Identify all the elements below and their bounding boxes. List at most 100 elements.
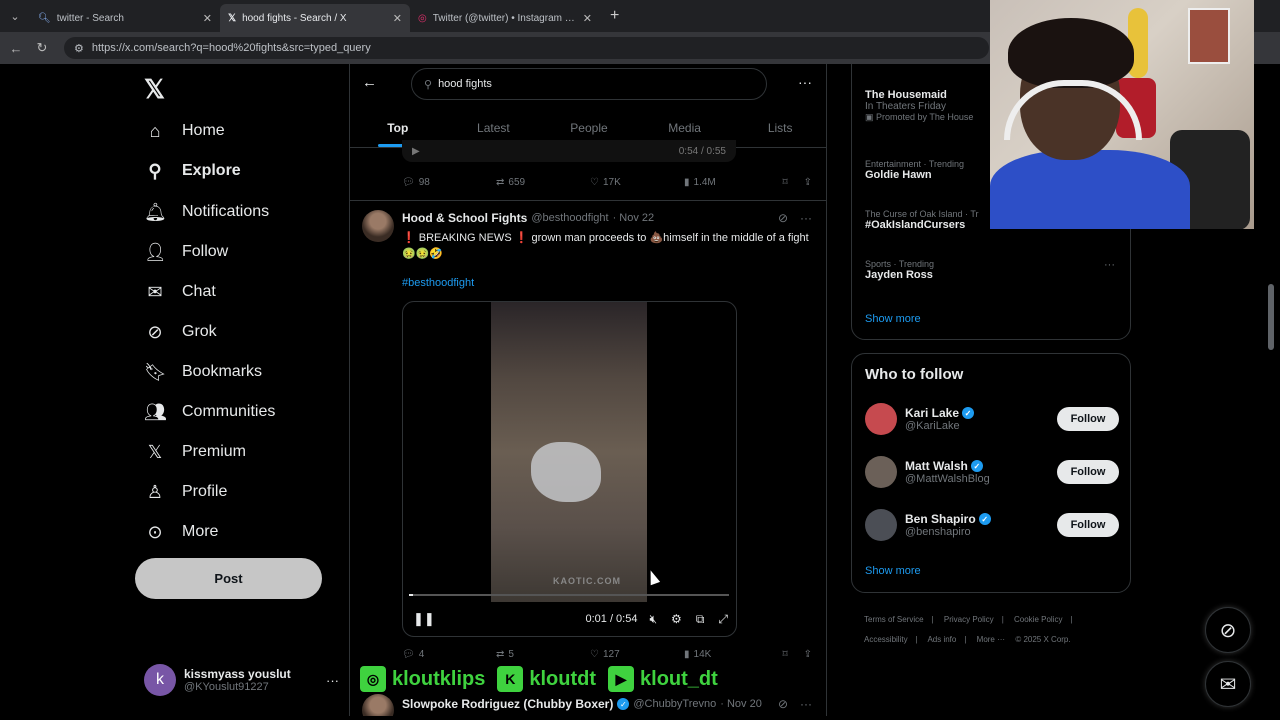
repost-button[interactable]: ⇄ 659	[496, 177, 590, 188]
more-dots-icon[interactable]: ···	[798, 74, 812, 90]
follow-suggestion[interactable]: Matt Walsh ✓ @MattWalshBlog Follow	[865, 454, 1119, 490]
footer-link[interactable]: More ···	[977, 635, 1005, 644]
hashtag-link[interactable]: #besthoodfight	[402, 277, 474, 289]
reply-button[interactable]: 💬︎ 4	[402, 649, 496, 660]
nav-profile[interactable]: ♙ Profile	[144, 472, 227, 512]
close-icon[interactable]: ✕	[583, 12, 592, 25]
footer-separator: |	[915, 635, 918, 644]
more-dots-icon[interactable]: ···	[800, 211, 812, 225]
avatar[interactable]	[362, 210, 394, 242]
more-dots-icon[interactable]: ···	[326, 673, 339, 688]
page-scrollbar[interactable]	[1266, 64, 1276, 716]
nav-communities[interactable]: 👥︎ Communities	[144, 392, 275, 432]
back-icon[interactable]: ←	[8, 41, 24, 56]
follow-button[interactable]: Follow	[1057, 513, 1119, 537]
grok-icon[interactable]: ⊘	[778, 211, 788, 225]
tab-title: Twitter (@twitter) • Instagram phot	[432, 12, 577, 24]
trend-item[interactable]: Sports · Trending Jayden Ross ···	[865, 259, 1115, 281]
nav-chat[interactable]: ✉ Chat	[144, 272, 215, 312]
footer-separator: |	[931, 615, 934, 624]
fullscreen-icon[interactable]: ⤢	[718, 612, 728, 627]
site-info-icon[interactable]: ⚙	[74, 42, 84, 55]
share-icon[interactable]: ⇪	[804, 177, 812, 188]
tweet-date[interactable]: · Nov 20	[720, 698, 762, 710]
footer-link[interactable]: Privacy Policy	[944, 615, 994, 624]
follow-suggestion[interactable]: Ben Shapiro ✓ @benshapiro Follow	[865, 507, 1119, 543]
search-input[interactable]: ⚲ hood fights	[411, 68, 767, 100]
avatar[interactable]	[865, 403, 897, 435]
who-to-follow-show-more-link[interactable]: Show more	[865, 565, 921, 577]
views-button[interactable]: ▮ 1.4M	[684, 177, 778, 188]
home-icon: ⌂	[149, 120, 161, 141]
trend-meta: Sports · Trending	[865, 259, 935, 269]
nav-bookmarks[interactable]: 🔖︎ Bookmarks	[144, 352, 262, 392]
browser-tab[interactable]: 🔍︎ twitter - Search ✕	[30, 4, 220, 32]
tweet-author-name[interactable]: Hood & School Fights	[402, 211, 527, 225]
messages-fab-button[interactable]: ✉	[1205, 661, 1251, 707]
follow-button[interactable]: Follow	[1057, 407, 1119, 431]
avatar[interactable]	[865, 509, 897, 541]
nav-premium[interactable]: 𝕏 Premium	[144, 432, 246, 472]
footer-link[interactable]: Ads info	[927, 635, 956, 644]
avatar[interactable]	[865, 456, 897, 488]
tweet-date[interactable]: · Nov 22	[613, 212, 655, 224]
video-progress-bar[interactable]	[409, 594, 729, 596]
follow-suggestion[interactable]: Kari Lake ✓ @KariLake Follow	[865, 401, 1119, 437]
new-tab-button[interactable]: +	[610, 7, 619, 25]
grok-icon: ⊘	[147, 321, 163, 342]
nav-label: Grok	[182, 323, 217, 340]
play-icon[interactable]: ▶	[412, 146, 420, 157]
views-button[interactable]: ▮ 14K	[684, 649, 778, 660]
like-button[interactable]: ♡ 17K	[590, 177, 684, 188]
tab-search-menu-icon[interactable]: ⌄	[0, 0, 30, 32]
video-player[interactable]: KAOTIC.COM ❚❚ 0:01 / 0:54 🔇︎ ⚙ ⧉ ⤢	[402, 301, 737, 637]
x-logo-icon: 𝕏	[228, 12, 237, 24]
overlay-label: klout_dt	[640, 667, 718, 690]
account-switcher[interactable]: k kissmyass youslut @KYouslut91227 ···	[144, 660, 339, 700]
more-dots-icon[interactable]: ···	[800, 697, 812, 711]
mute-icon[interactable]: 🔇︎	[649, 612, 657, 627]
like-button[interactable]: ♡ 127	[590, 649, 684, 660]
follow-button[interactable]: Follow	[1057, 460, 1119, 484]
post-button[interactable]: Post	[135, 558, 322, 599]
tweet-author-handle[interactable]: @besthoodfight	[531, 212, 608, 224]
nav-notifications[interactable]: 🔔︎ Notifications	[144, 192, 269, 232]
share-icon[interactable]: ⇪	[804, 649, 812, 660]
close-icon[interactable]: ✕	[203, 12, 212, 25]
more-dots-icon[interactable]: ···	[1104, 259, 1115, 271]
repost-button[interactable]: ⇄ 5	[496, 649, 590, 660]
bookmark-icon[interactable]: ⌑	[782, 177, 787, 188]
overlay-label: kloutklips	[392, 667, 486, 690]
nav-more[interactable]: ⊙ More	[144, 512, 218, 552]
close-icon[interactable]: ✕	[393, 12, 402, 25]
reload-icon[interactable]: ↻	[34, 40, 50, 56]
nav-grok[interactable]: ⊘ Grok	[144, 312, 217, 352]
settings-icon[interactable]: ⚙	[671, 612, 682, 627]
tab-lists[interactable]: Lists	[732, 108, 826, 147]
tweet-author-handle[interactable]: @ChubbyTrevno	[633, 698, 716, 710]
scrollbar-thumb[interactable]	[1268, 284, 1274, 350]
verified-icon: ✓	[978, 513, 991, 525]
pause-icon[interactable]: ❚❚	[413, 611, 435, 627]
grok-icon[interactable]: ⊘	[778, 697, 788, 711]
nav-follow[interactable]: 👤︎ Follow	[144, 232, 228, 272]
back-arrow-icon[interactable]: ←	[362, 74, 377, 91]
nav-home[interactable]: ⌂ Home	[144, 111, 225, 151]
tweet-author-name[interactable]: Slowpoke Rodriguez (Chubby Boxer)	[402, 697, 613, 711]
footer-link[interactable]: Cookie Policy	[1014, 615, 1062, 624]
trends-show-more-link[interactable]: Show more	[865, 313, 921, 325]
footer-link[interactable]: Accessibility	[864, 635, 908, 644]
nav-explore[interactable]: ⚲ Explore	[144, 151, 240, 191]
bookmark-icon[interactable]: ⌑	[782, 649, 787, 660]
promoted-icon: ▣	[865, 112, 877, 122]
grok-fab-button[interactable]: ⊘	[1205, 607, 1251, 653]
avatar[interactable]	[362, 694, 394, 716]
footer-link[interactable]: Terms of Service	[864, 615, 924, 624]
browser-tab[interactable]: ◎ Twitter (@twitter) • Instagram phot ✕	[410, 4, 600, 32]
follow-icon: 👤︎	[144, 241, 167, 262]
picture-in-picture-icon[interactable]: ⧉	[696, 612, 705, 627]
x-logo-icon[interactable]: 𝕏	[144, 74, 165, 105]
browser-tab-active[interactable]: 𝕏 hood fights - Search / X ✕	[220, 4, 410, 32]
url-field[interactable]: ⚙ https://x.com/search?q=hood%20fights&s…	[64, 37, 989, 59]
reply-button[interactable]: 💬︎ 98	[402, 177, 496, 188]
